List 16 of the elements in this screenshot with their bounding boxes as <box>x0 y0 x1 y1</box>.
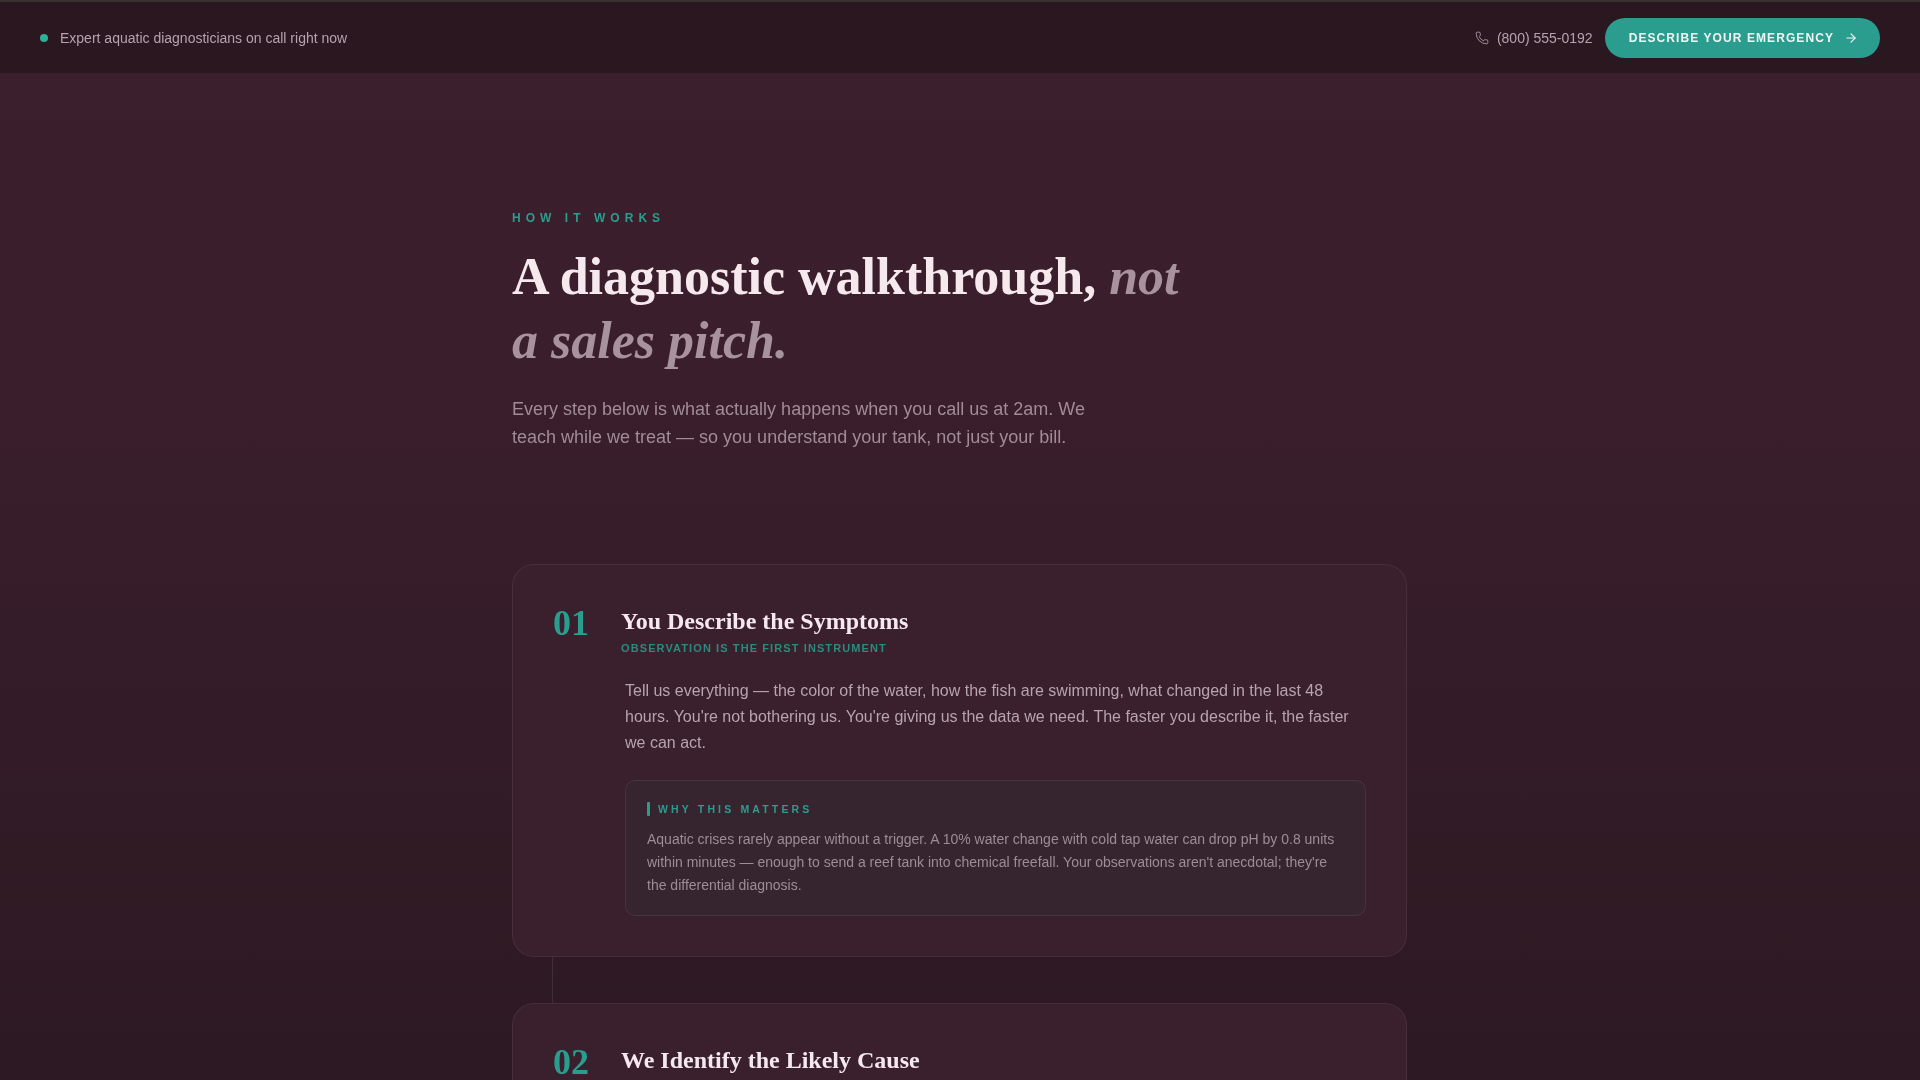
note-label: WHY THIS MATTERS <box>658 803 813 815</box>
step-title: We Identify the Likely Cause <box>621 1046 921 1074</box>
section-eyebrow: HOW IT WORKS <box>512 211 666 225</box>
section-intro: Every step below is what actually happens when you call us at 2am. We teach while we treat — so you understand your tank, not just your bill. <box>512 398 1086 449</box>
note-text: Aquatic crises rarely appear without a trigger. A 10% water change with cold tap water can drop pH by 0.8 units within minutes — enough to send a reef tank into chemical freefall. Your observations aren't anecdotal; they're the differential diagnosis. <box>647 830 1336 895</box>
step-description: Tell us everything — the color of the water, how the fish are swimming, what changed in the last 48 hours. You're not bothering us. You're giving us the data we need. The faster you describe it, the faster we can act. <box>625 681 1350 753</box>
phone-link[interactable]: (800) 555-0192 <box>1474 29 1593 46</box>
status-text: Expert aquatic diagnosticians on call right now <box>60 29 348 46</box>
step-number: 01 <box>553 603 590 643</box>
section-heading: A diagnostic walkthrough, not a sales pitch. <box>512 247 1181 371</box>
phone-icon <box>1474 30 1489 45</box>
step-title: You Describe the Symptoms <box>621 607 910 635</box>
step-subtitle: OBSERVATION IS THE FIRST INSTRUMENT <box>621 642 888 654</box>
step-number: 02 <box>553 1042 590 1080</box>
status-dot-icon <box>40 33 48 42</box>
accent-bar-icon <box>647 802 650 816</box>
